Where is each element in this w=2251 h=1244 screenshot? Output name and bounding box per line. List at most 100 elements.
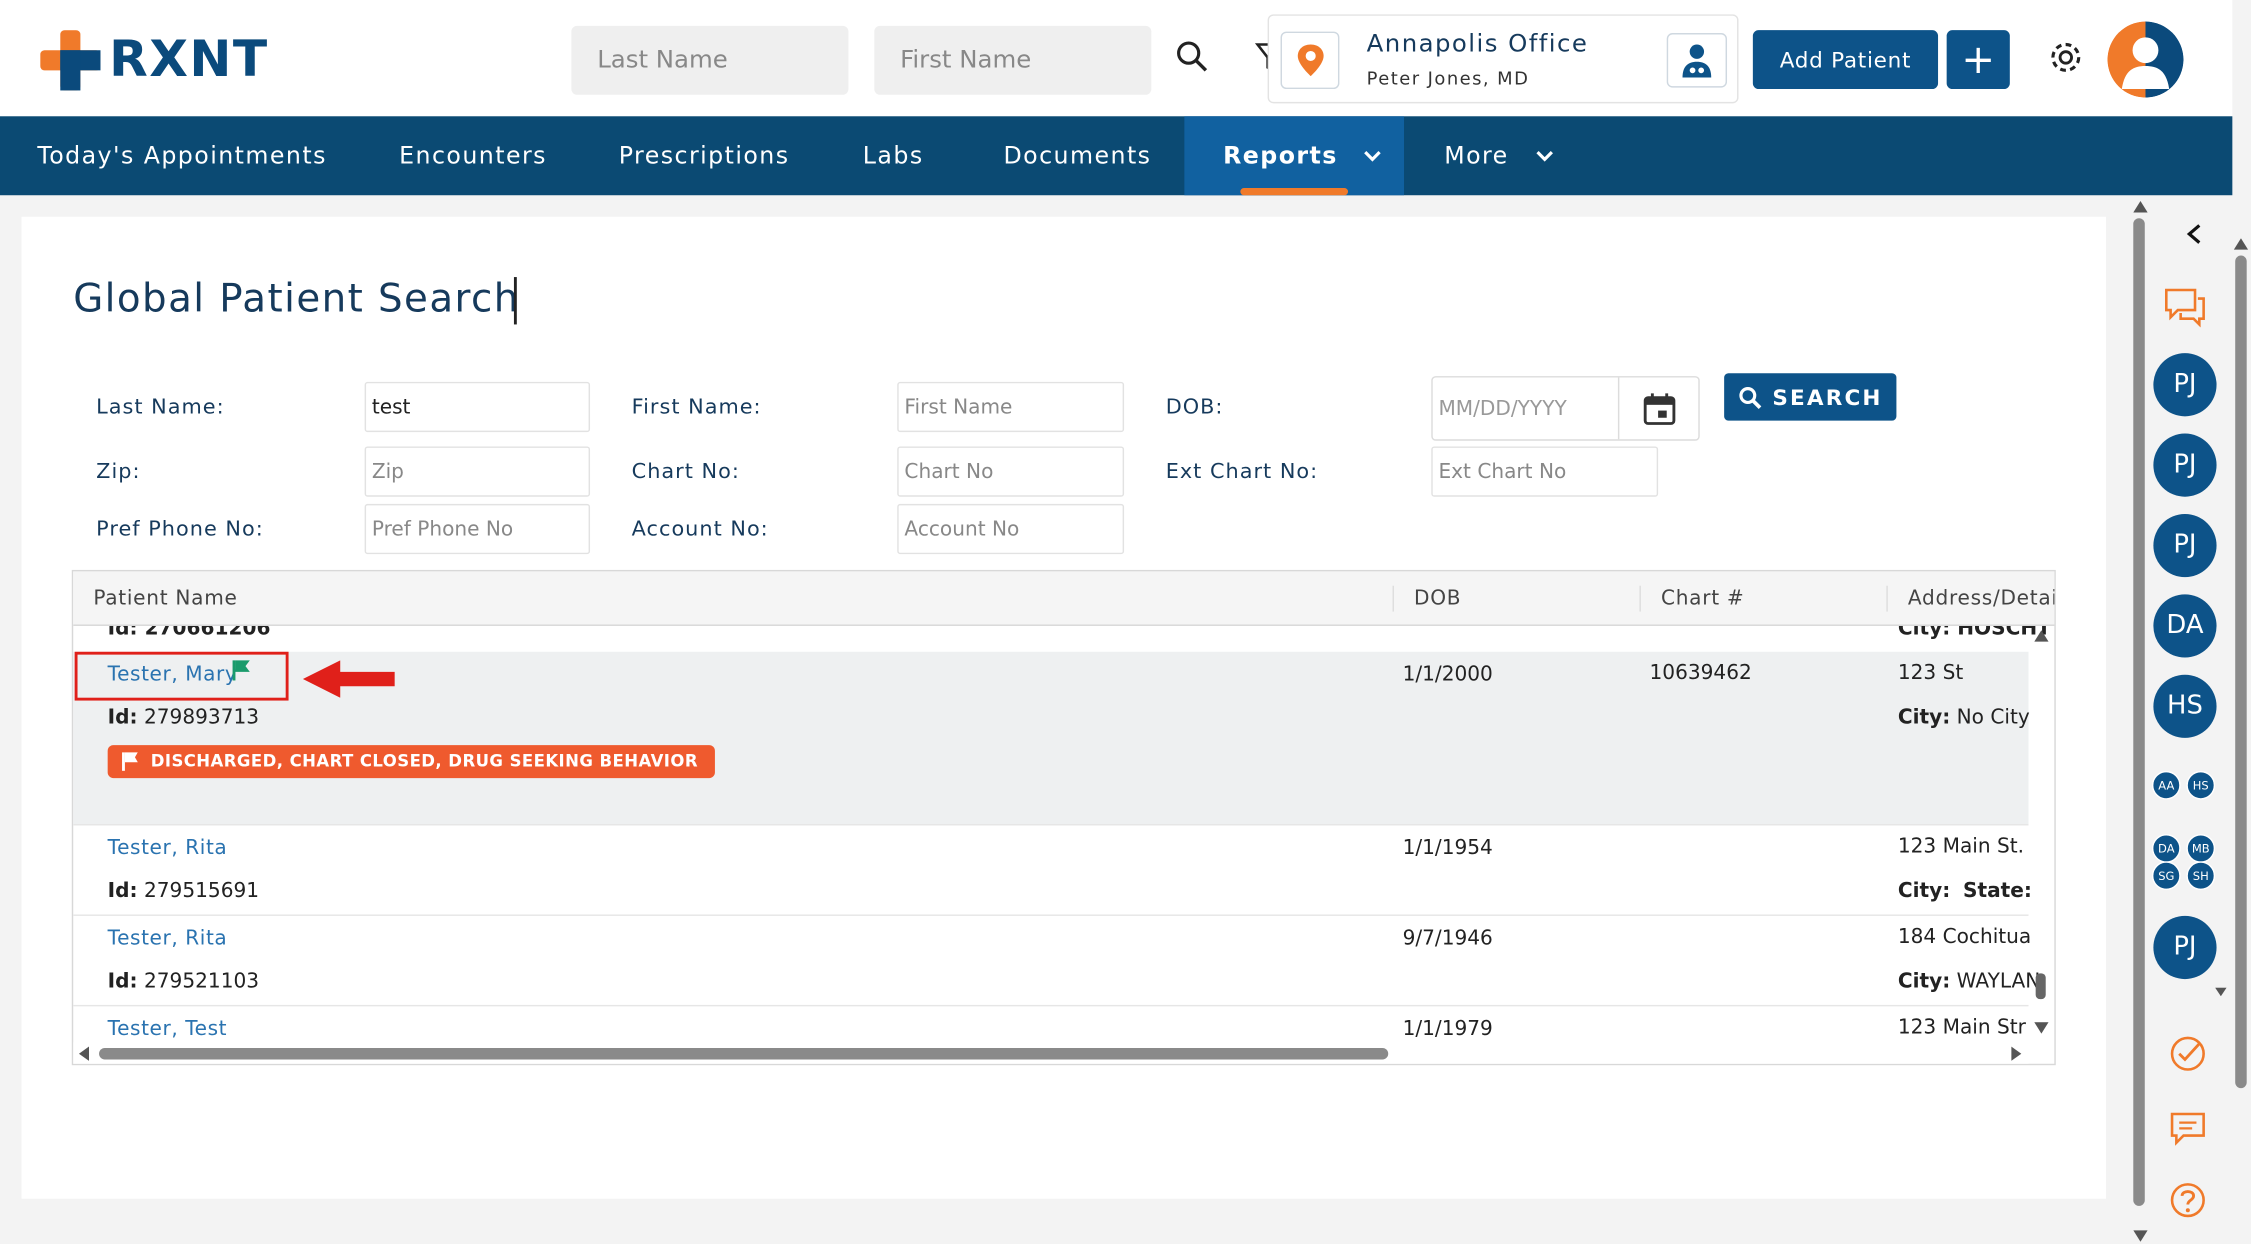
header-first-name-input[interactable] [874, 25, 1152, 95]
nav-reports-label: Reports [1223, 142, 1338, 170]
city-text: No City [1956, 706, 2030, 730]
id-value: 279515691 [143, 880, 260, 903]
dob-field[interactable] [1432, 377, 1618, 440]
nav-more[interactable]: More [1444, 116, 1555, 195]
highlight-box [74, 651, 289, 701]
search-icon[interactable] [1170, 34, 1213, 77]
nav-reports[interactable]: Reports [1184, 116, 1405, 196]
group-avatar-mini[interactable]: AA [2151, 770, 2181, 800]
sidebar-scroll-down-icon[interactable] [2215, 987, 2227, 997]
active-tab-indicator [1240, 188, 1349, 196]
group-avatar-mini[interactable]: MB [2186, 834, 2216, 863]
city-text: WAYLAN [1956, 970, 2041, 994]
sidebar-scroll-up-icon[interactable] [2233, 238, 2249, 250]
ext-chart-no-label: Ext Chart No: [1165, 460, 1319, 484]
flag-icon [122, 752, 138, 771]
rxnt-logo[interactable]: RXNT [40, 30, 268, 91]
city-value: City: No City [1898, 706, 2030, 729]
calendar-icon[interactable] [1617, 377, 1698, 440]
group-avatar-mini[interactable]: DA [2151, 834, 2181, 863]
chevron-down-icon [1363, 151, 1381, 162]
row-divider [73, 914, 2029, 916]
city-label: City: [1897, 970, 1951, 994]
provider-avatar[interactable]: DA [2153, 594, 2217, 658]
gear-icon[interactable] [2044, 36, 2087, 79]
nav-prescriptions[interactable]: Prescriptions [619, 116, 790, 195]
scroll-down-icon[interactable] [2034, 1022, 2049, 1034]
office-name: Annapolis Office [1366, 30, 1589, 59]
task-check-icon[interactable] [2168, 1034, 2208, 1074]
page-scroll-up-icon[interactable] [2133, 200, 2148, 213]
chevron-down-icon [1536, 151, 1554, 162]
office-selector[interactable]: Annapolis Office Peter Jones, MD [1267, 14, 1739, 104]
nav-documents[interactable]: Documents [1003, 116, 1151, 195]
account-no-field[interactable] [897, 503, 1125, 555]
plus-button[interactable]: + [1946, 30, 2010, 90]
message-icon[interactable] [2169, 1111, 2206, 1146]
scroll-right-icon[interactable] [2011, 1046, 2022, 1061]
scroll-up-icon[interactable] [2034, 630, 2049, 642]
first-name-field[interactable] [897, 381, 1125, 433]
page-scroll-down-icon[interactable] [2133, 1230, 2148, 1242]
chevron-left-icon[interactable] [2185, 223, 2202, 246]
patient-id: Id: 279893713 [108, 706, 259, 729]
pref-phone-field[interactable] [364, 503, 591, 555]
col-chart-cover: Chart # [1660, 587, 1745, 611]
ext-chart-no-field[interactable] [1431, 446, 1659, 497]
patient-name-link[interactable]: Tester, Test [108, 1018, 227, 1041]
add-patient-button[interactable]: Add Patient [1752, 30, 1939, 90]
nav-more-label: More [1444, 142, 1509, 170]
state-label: State: [1963, 880, 2032, 903]
chart-value: 10639462 [1649, 661, 1752, 685]
office-doctor: Peter Jones, MD [1366, 67, 1530, 90]
provider-avatar[interactable]: PJ [2153, 433, 2217, 497]
location-pin-icon[interactable] [1280, 31, 1340, 90]
patient-name-link[interactable]: Tester, Rita [108, 837, 228, 860]
city-label: City: [1897, 880, 1951, 903]
provider-avatar[interactable]: PJ [2153, 915, 2217, 980]
results-table: Patient Name DOB Chart # Address/Detail … [71, 569, 2056, 1066]
sidebar-vertical-scrollbar[interactable] [2235, 255, 2247, 1089]
search-button[interactable]: SEARCH [1724, 373, 1897, 421]
rxnt-cross-icon [40, 30, 101, 91]
row-divider [73, 824, 2029, 826]
city-value: City: WAYLAN [1898, 970, 2040, 993]
row-divider [73, 1004, 2029, 1007]
nav-labs[interactable]: Labs [863, 116, 924, 195]
provider-avatar[interactable]: HS [2153, 674, 2217, 738]
search-icon [1738, 386, 1761, 409]
account-no-label: Account No: [631, 518, 769, 542]
dob-value: 9/7/1946 [1402, 927, 1493, 951]
col-divider [1392, 585, 1394, 612]
header-last-name-input[interactable] [571, 25, 849, 95]
horizontal-scrollbar[interactable] [99, 1047, 1389, 1060]
user-avatar[interactable] [2107, 21, 2184, 98]
last-name-field[interactable] [364, 381, 591, 433]
dob-value: 1/1/2000 [1402, 663, 1493, 687]
page-vertical-scrollbar[interactable] [2133, 218, 2145, 1206]
patient-id: Id: 279521103 [108, 970, 259, 993]
first-name-label: First Name: [631, 396, 762, 420]
zip-field[interactable] [364, 446, 591, 497]
col-patient-name-cover: Patient Name [93, 587, 238, 611]
top-bar: RXNT Annapolis Office Peter Jones, MD Ad… [0, 0, 2233, 117]
scroll-left-icon[interactable] [78, 1046, 90, 1061]
provider-avatar[interactable]: PJ [2153, 353, 2217, 417]
group-avatar-mini[interactable]: SG [2151, 861, 2181, 891]
city-label: City: [1897, 706, 1951, 730]
provider-avatar[interactable]: PJ [2153, 513, 2217, 578]
nav-todays-appointments[interactable]: Today's Appointments [37, 116, 327, 195]
vertical-scrollbar[interactable] [2035, 973, 2046, 1000]
chart-no-field[interactable] [897, 446, 1125, 497]
group-avatar-mini[interactable]: SH [2186, 861, 2216, 891]
provider-user-icon[interactable] [1666, 33, 1728, 88]
patient-name-link[interactable]: Tester, Rita [108, 927, 228, 950]
group-avatar-mini[interactable]: HS [2186, 770, 2216, 800]
dob-value: 1/1/1979 [1402, 1017, 1493, 1041]
last-name-label: Last Name: [96, 396, 225, 420]
id-value: 279893713 [143, 706, 260, 730]
patient-id: Id: 279515691 [108, 880, 259, 903]
help-icon[interactable] [2168, 1180, 2208, 1220]
nav-encounters[interactable]: Encounters [399, 116, 547, 195]
chat-bubbles-icon[interactable] [2163, 287, 2206, 328]
